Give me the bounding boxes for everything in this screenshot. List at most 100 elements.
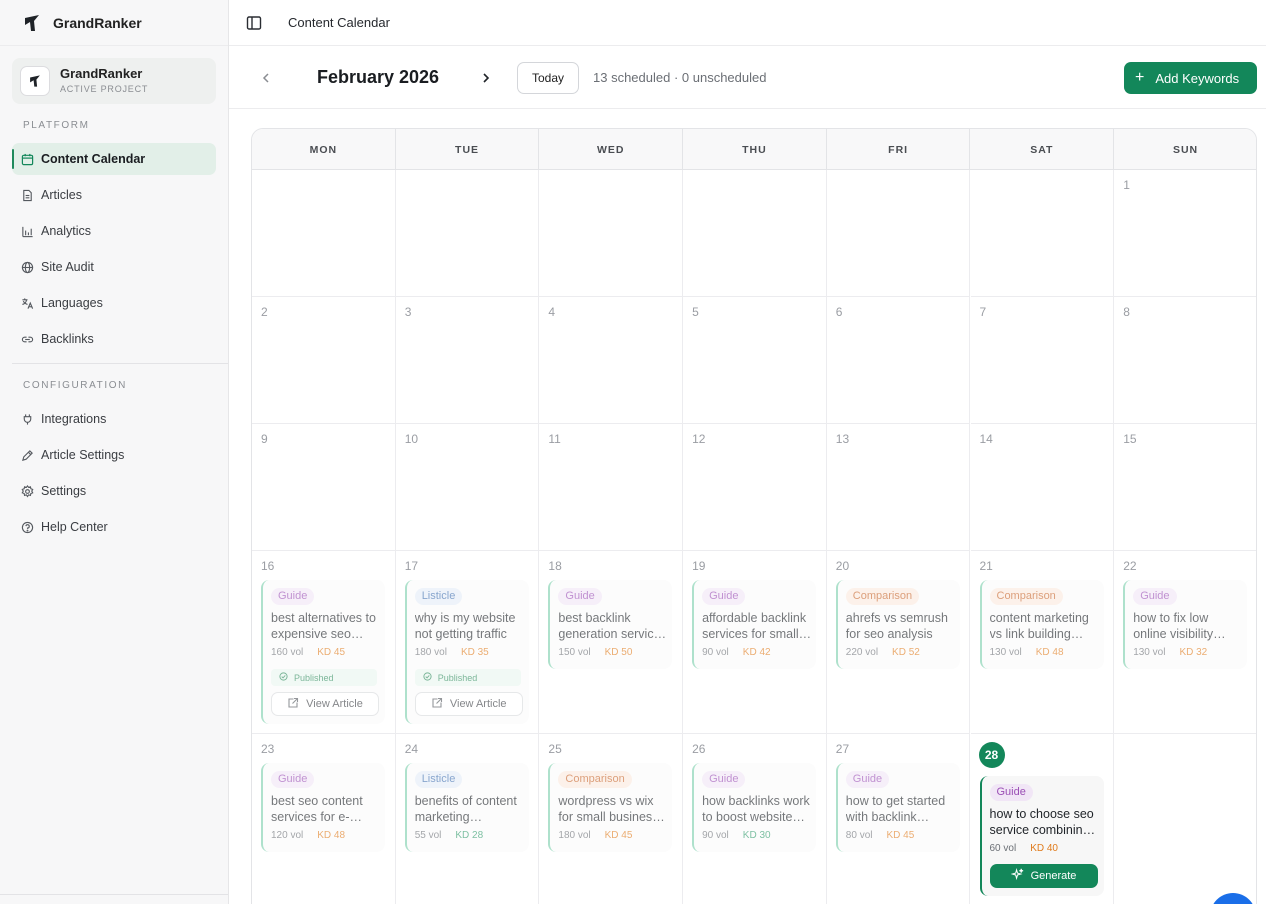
project-avatar [20,66,50,96]
article-card[interactable]: Comparison wordpress vs wix for small busi… [548,763,673,852]
day-cell-18[interactable]: 18 Guide best backlink generation servic… 15… [539,551,684,734]
article-title-line: with backlink… [845,810,930,824]
article-title: benefits of content marketing… [415,793,527,825]
day-cell-2[interactable]: 2 [252,297,396,424]
keyword-difficulty: KD 42 [742,647,771,658]
day-cell-14[interactable]: 14 [970,424,1115,551]
day-cell-12[interactable]: 12 [683,424,827,551]
article-title-line: for seo analysis [845,627,933,641]
sidebar-toggle-icon[interactable] [246,15,262,31]
sidebar-item-analytics[interactable]: Analytics [12,215,216,247]
published-label: Published [294,672,334,683]
search-volume: 90 vol [702,647,729,658]
keyword-metrics: 220 vol KD 52 [846,647,960,661]
day-cell-21[interactable]: 21 Comparison content marketing vs link bui… [970,551,1115,734]
article-card[interactable]: Listicle benefits of content marketing… 55 … [404,763,529,852]
day-cell-13[interactable]: 13 [826,424,971,551]
sidebar-item-languages[interactable]: Languages [12,287,216,319]
sidebar-item-help-center[interactable]: Help Center [12,511,216,543]
day-cell-5[interactable]: 5 [683,297,827,424]
page-title: Content Calendar [288,15,390,30]
keyword-difficulty: KD 50 [604,647,633,658]
sidebar-item-label: Integrations [41,412,107,426]
add-keywords-button[interactable]: + Add Keywords [1124,62,1257,94]
day-cell-28[interactable]: 28 Guide how to choose seo service combinin… [971,734,1115,904]
search-volume: 130 vol [989,647,1022,658]
day-cell-16[interactable]: 16 Guide best alternatives to expensive seo… [252,551,396,734]
sidebar-divider [12,363,228,364]
day-cell-22[interactable]: 22 Guide how to fix low online visibility… 1… [1114,551,1256,734]
day-cell-17[interactable]: 17 Listicle why is my website not getting t… [395,551,540,734]
article-card[interactable]: Comparison ahrefs vs semrush for seo analy… [835,580,960,669]
brand[interactable]: GrandRanker [0,0,228,46]
day-cell-19[interactable]: 19 Guide affordable backlink services for s… [683,551,827,734]
article-card[interactable]: Guide best seo content services for e-… 120… [261,763,385,852]
keyword-difficulty: KD 45 [886,830,915,841]
day-cell-10[interactable]: 10 [395,424,540,551]
day-cell-27[interactable]: 27 Guide how to get started with backlink… 8… [827,734,971,904]
keyword-difficulty: KD 35 [460,647,489,658]
day-cell-25[interactable]: 25 Comparison wordpress vs wix for small bu… [539,734,684,904]
article-title: why is my website not getting traffic [415,610,527,642]
day-cell-9[interactable]: 9 [252,424,396,551]
keyword-metrics: 180 vol KD 35 [415,647,529,661]
article-card[interactable]: Comparison content marketing vs link build… [979,580,1104,669]
day-cell-3[interactable]: 3 [395,297,540,424]
view-article-button[interactable]: View Article [414,692,523,716]
article-card[interactable]: Guide affordable backlink services for sma… [692,580,817,669]
project-switcher[interactable]: GrandRanker ACTIVE PROJECT [12,58,216,104]
search-volume: 180 vol [558,830,591,841]
keyword-metrics: 130 vol KD 32 [1133,647,1247,661]
day-cell-6[interactable]: 6 [826,297,971,424]
article-title-line: to boost website… [702,810,805,824]
keyword-metrics: 150 vol KD 50 [558,647,672,661]
day-number: 27 [835,742,850,756]
content-type-tag: Guide [271,588,315,605]
sidebar-item-content-calendar[interactable]: Content Calendar [12,143,216,175]
sidebar-item-site-audit[interactable]: Site Audit [12,251,216,283]
view-article-button[interactable]: View Article [271,692,379,716]
sidebar-item-integrations[interactable]: Integrations [12,403,216,435]
article-card[interactable]: Listicle why is my website not getting tra… [404,580,529,724]
sidebar-item-article-settings[interactable]: Article Settings [12,439,216,471]
sidebar-item-label: Analytics [41,224,92,238]
article-card[interactable]: Guide how to choose seo service combinin… 6… [979,776,1104,896]
day-number: 9 [261,432,268,446]
article-title: content marketing vs link building… [990,610,1102,642]
day-cell-26[interactable]: 26 Guide how backlinks work to boost websit… [683,734,827,904]
sidebar-item-label: Site Audit [41,260,94,274]
article-title: how backlinks work to boost website… [702,793,814,825]
chevron-right-icon[interactable] [478,70,494,86]
day-cell-1[interactable]: 1 [1114,170,1256,297]
article-title-line: for small business… [558,810,671,824]
article-card[interactable]: Guide how to fix low online visibility… 130… [1123,580,1248,669]
generate-button[interactable]: Generate [989,864,1098,888]
article-card[interactable]: Guide best alternatives to expensive seo… 1… [261,580,385,724]
article-card[interactable]: Guide how backlinks work to boost website…… [692,763,817,852]
content-type-tag: Comparison [558,771,632,788]
weekday-sun: SUN [1114,129,1256,170]
day-number: 22 [1123,559,1137,573]
day-cell-8[interactable]: 8 [1114,297,1256,424]
sidebar-item-articles[interactable]: Articles [12,179,216,211]
day-cell-4[interactable]: 4 [539,297,684,424]
sidebar-item-backlinks[interactable]: Backlinks [12,323,216,355]
day-number: 16 [261,559,275,573]
day-cell-15[interactable]: 15 [1114,424,1256,551]
day-number: 1 [1123,178,1130,192]
article-title-line: expensive seo… [271,627,364,641]
day-cell-20[interactable]: 20 Comparison ahrefs vs semrush for seo ana… [826,551,971,734]
sidebar-item-settings[interactable]: Settings [12,475,216,507]
calendar-icon [20,152,34,166]
chevron-left-icon[interactable] [258,70,274,86]
day-cell-24[interactable]: 24 Listicle benefits of content marketing… 5… [396,734,540,904]
day-number: 26 [692,742,706,756]
article-card[interactable]: Guide best backlink generation servic… 150 … [548,580,673,669]
day-cell-7[interactable]: 7 [970,297,1115,424]
today-button[interactable]: Today [517,62,579,94]
keyword-metrics: 130 vol KD 48 [990,647,1104,661]
day-number: 15 [1123,432,1137,446]
article-card[interactable]: Guide how to get started with backlink… 80 … [835,763,960,852]
day-cell-23[interactable]: 23 Guide best seo content services for e-… 1… [252,734,396,904]
day-cell-11[interactable]: 11 [539,424,684,551]
